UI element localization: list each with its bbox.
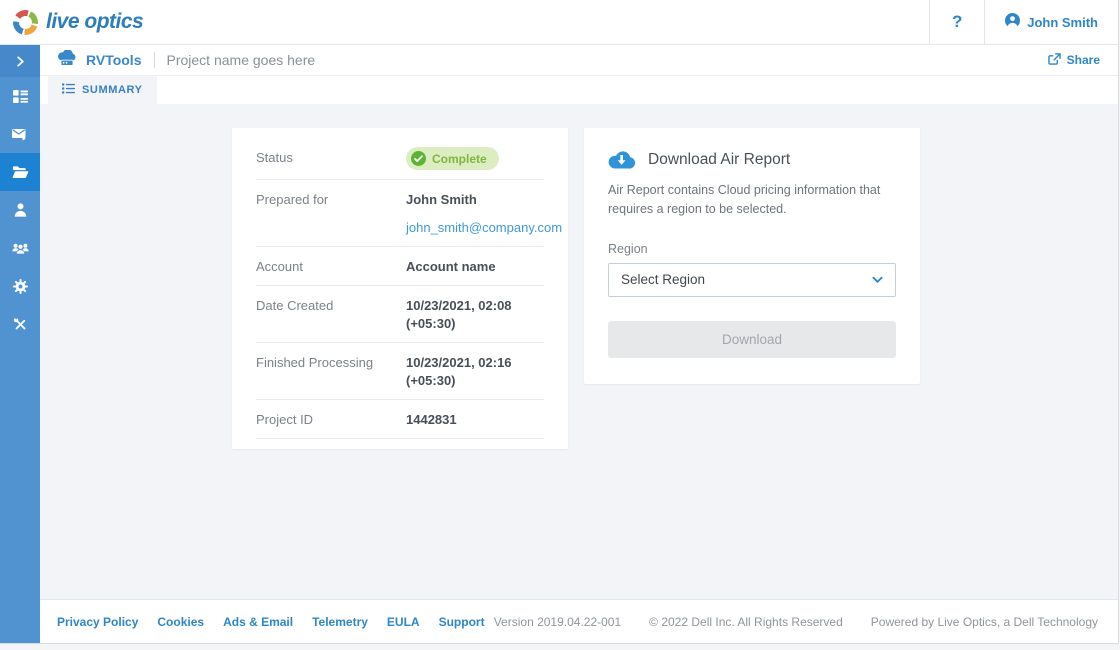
footer-powered-by: Powered by Live Optics, a Dell Technolog…: [871, 615, 1098, 629]
toolbar-divider: [154, 52, 155, 68]
footer-link-cookies[interactable]: Cookies: [157, 615, 204, 629]
region-select-value: Select Region: [621, 272, 705, 287]
project-toolbar: RVTools Project name goes here Share: [40, 45, 1118, 76]
tab-bar: SUMMARY: [40, 76, 1118, 104]
chevron-down-icon: [872, 276, 883, 284]
sidebar-item-projects[interactable]: [0, 153, 40, 191]
download-button[interactable]: Download: [608, 321, 896, 358]
footer-meta: Version 2019.04.22-001 © 2022 Dell Inc. …: [494, 615, 1098, 629]
live-optics-logo[interactable]: live optics: [0, 0, 929, 44]
check-circle-icon: [411, 151, 426, 166]
user-icon: [14, 203, 27, 217]
share-icon: [1048, 53, 1061, 68]
sidebar-item-expand[interactable]: [0, 45, 40, 77]
row-label: Project ID: [256, 409, 406, 429]
body-row: RVTools Project name goes here Share: [0, 45, 1118, 643]
sidebar-item-team[interactable]: [0, 229, 40, 267]
footer: Privacy Policy Cookies Ads & Email Telem…: [40, 599, 1118, 643]
row-value: 1442831: [406, 409, 457, 429]
project-type: RVTools: [56, 50, 142, 71]
summary-list-icon: [62, 83, 75, 97]
folder-open-icon: [12, 165, 29, 179]
sidebar-nav: [0, 45, 40, 643]
row-label: Account: [256, 256, 406, 276]
row-value: Account name: [406, 256, 496, 276]
summary-row-finished-processing: Finished Processing 10/23/2021, 02:16 (+…: [256, 343, 544, 400]
expand-icon: [15, 56, 26, 67]
download-air-report-card: Download Air Report Air Report contains …: [584, 128, 920, 384]
download-card-title: Download Air Report: [648, 151, 790, 169]
help-button[interactable]: ?: [929, 0, 985, 44]
status-badge-label: Complete: [432, 152, 487, 166]
footer-copyright: © 2022 Dell Inc. All Rights Reserved: [649, 615, 843, 629]
avatar-icon: [1005, 13, 1020, 31]
cloud-server-icon: [56, 50, 78, 71]
main-column: RVTools Project name goes here Share: [40, 45, 1118, 643]
region-select[interactable]: Select Region: [608, 263, 896, 297]
summary-row-date-created: Date Created 10/23/2021, 02:08 (+05:30): [256, 286, 544, 343]
summary-row-prepared-for: Prepared for John Smith john_smith@compa…: [256, 180, 544, 247]
top-header: live optics ? John Smith: [0, 0, 1118, 45]
footer-link-ads-email[interactable]: Ads & Email: [223, 615, 293, 629]
prepared-for-name: John Smith: [406, 192, 477, 207]
project-name: Project name goes here: [167, 52, 316, 68]
footer-version: Version 2019.04.22-001: [494, 615, 621, 629]
footer-links: Privacy Policy Cookies Ads & Email Telem…: [57, 615, 485, 629]
tools-icon: [13, 317, 28, 332]
share-button[interactable]: Share: [1048, 53, 1100, 68]
row-value: John Smith john_smith@company.com: [406, 189, 562, 237]
user-name: John Smith: [1027, 15, 1098, 30]
logo-text: live optics: [46, 10, 143, 34]
region-label: Region: [608, 242, 896, 256]
row-label: Finished Processing: [256, 352, 406, 372]
app-name: RVTools: [86, 52, 142, 68]
share-label: Share: [1067, 53, 1100, 67]
cloud-download-icon: [608, 150, 635, 169]
user-menu-button[interactable]: John Smith: [985, 0, 1118, 44]
footer-link-support[interactable]: Support: [439, 615, 485, 629]
row-value: 10/23/2021, 02:16 (+05:30): [406, 352, 544, 390]
tab-summary[interactable]: SUMMARY: [48, 76, 157, 104]
footer-link-eula[interactable]: EULA: [387, 615, 420, 629]
row-label: Status: [256, 147, 406, 167]
mail-icon: [12, 128, 28, 141]
live-optics-logo-icon: [13, 10, 38, 35]
tab-summary-label: SUMMARY: [82, 84, 143, 96]
sidebar-item-profile[interactable]: [0, 191, 40, 229]
sidebar-item-settings[interactable]: [0, 267, 40, 305]
download-card-header: Download Air Report: [608, 150, 896, 169]
sidebar-item-dashboard[interactable]: [0, 77, 40, 115]
sidebar-item-tools[interactable]: [0, 305, 40, 343]
footer-link-privacy-policy[interactable]: Privacy Policy: [57, 615, 138, 629]
summary-row-project-id: Project ID 1442831: [256, 400, 544, 439]
gear-icon: [13, 279, 28, 294]
row-label: Prepared for: [256, 189, 406, 209]
project-summary-card: Status Complete Prepared for John Smith: [232, 128, 568, 449]
row-label: Date Created: [256, 295, 406, 315]
dashboard-icon: [13, 90, 28, 103]
users-icon: [12, 242, 29, 255]
summary-row-status: Status Complete: [256, 138, 544, 180]
row-value: 10/23/2021, 02:08 (+05:30): [406, 295, 544, 333]
footer-link-telemetry[interactable]: Telemetry: [312, 615, 368, 629]
summary-row-account: Account Account name: [256, 247, 544, 286]
content-area: Status Complete Prepared for John Smith: [40, 104, 1118, 599]
app-window: live optics ? John Smith: [0, 0, 1119, 644]
prepared-for-email-link[interactable]: john_smith@company.com: [406, 219, 562, 237]
status-badge: Complete: [406, 147, 499, 170]
download-card-description: Air Report contains Cloud pricing inform…: [608, 181, 896, 220]
sidebar-item-invitations[interactable]: [0, 115, 40, 153]
